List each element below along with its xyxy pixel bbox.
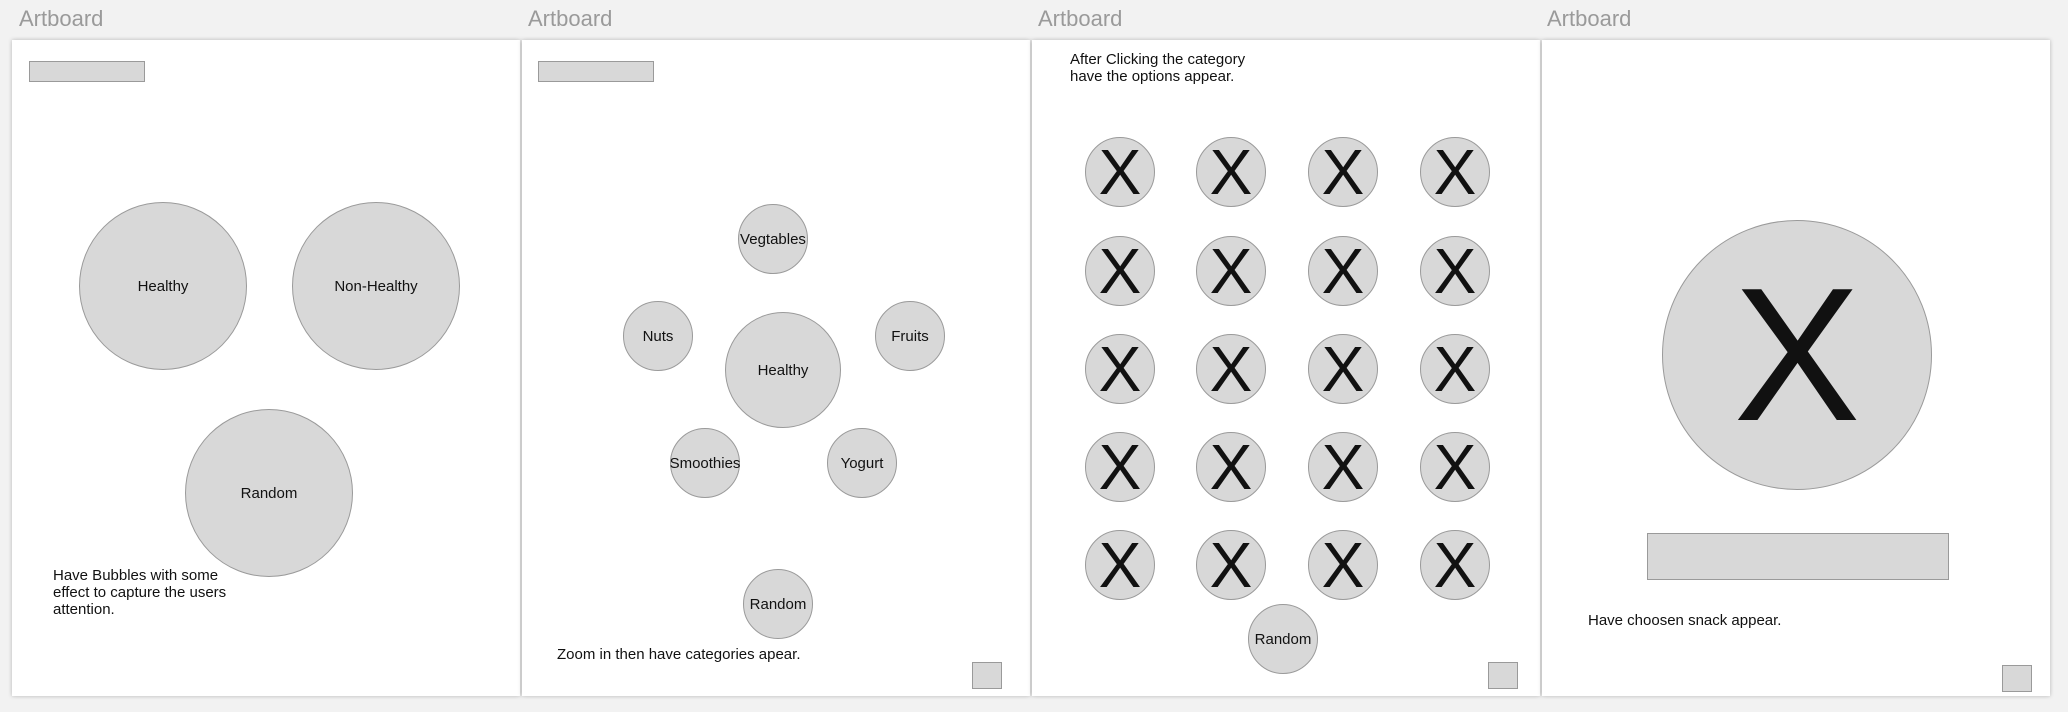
- chosen-snack-bubble: X: [1662, 220, 1932, 490]
- snack-name-placeholder-bar: [1647, 533, 1949, 580]
- snack-option[interactable]: X: [1420, 530, 1490, 600]
- smoothies-bubble[interactable]: Smoothies: [670, 428, 740, 498]
- snack-option[interactable]: X: [1085, 432, 1155, 502]
- random-bubble[interactable]: Random: [743, 569, 813, 639]
- snack-option[interactable]: X: [1308, 334, 1378, 404]
- snack-option[interactable]: X: [1085, 236, 1155, 306]
- snack-option[interactable]: X: [1196, 334, 1266, 404]
- snack-option[interactable]: X: [1085, 334, 1155, 404]
- snack-option[interactable]: X: [1085, 530, 1155, 600]
- next-button-placeholder[interactable]: [972, 662, 1002, 689]
- snack-option[interactable]: X: [1196, 530, 1266, 600]
- vegtables-bubble[interactable]: Vegtables: [738, 204, 808, 274]
- title-placeholder-bar: [29, 61, 145, 82]
- random-bubble[interactable]: Random: [1248, 604, 1318, 674]
- snack-option[interactable]: X: [1308, 137, 1378, 207]
- snack-option[interactable]: X: [1085, 137, 1155, 207]
- artboard-4-title: Artboard: [1547, 6, 1632, 31]
- artboard-2: Vegtables Nuts Healthy Fruits Smoothies …: [522, 40, 1030, 696]
- fruits-bubble[interactable]: Fruits: [875, 301, 945, 371]
- design-note: Zoom in then have categories apear.: [557, 646, 801, 663]
- snack-option[interactable]: X: [1308, 236, 1378, 306]
- next-button-placeholder[interactable]: [2002, 665, 2032, 692]
- healthy-bubble[interactable]: Healthy: [725, 312, 841, 428]
- artboard-1-title: Artboard: [19, 6, 104, 31]
- snack-option[interactable]: X: [1196, 137, 1266, 207]
- nuts-bubble[interactable]: Nuts: [623, 301, 693, 371]
- artboard-3: After Clicking the category have the opt…: [1032, 40, 1540, 696]
- snack-option[interactable]: X: [1420, 236, 1490, 306]
- artboard-3-title: Artboard: [1038, 6, 1123, 31]
- snack-option[interactable]: X: [1420, 137, 1490, 207]
- title-placeholder-bar: [538, 61, 654, 82]
- yogurt-bubble[interactable]: Yogurt: [827, 428, 897, 498]
- artboard-2-title: Artboard: [528, 6, 613, 31]
- snack-option[interactable]: X: [1308, 432, 1378, 502]
- snack-option[interactable]: X: [1420, 432, 1490, 502]
- design-note: After Clicking the category have the opt…: [1070, 51, 1246, 85]
- design-note: Have Bubbles with some effect to capture…: [53, 567, 227, 618]
- healthy-bubble[interactable]: Healthy: [79, 202, 247, 370]
- next-button-placeholder[interactable]: [1488, 662, 1518, 689]
- design-note: Have choosen snack appear.: [1588, 612, 1782, 629]
- snack-option[interactable]: X: [1308, 530, 1378, 600]
- artboard-1: Healthy Non-Healthy Random Have Bubbles …: [12, 40, 520, 696]
- snack-option[interactable]: X: [1196, 236, 1266, 306]
- random-bubble[interactable]: Random: [185, 409, 353, 577]
- snack-option[interactable]: X: [1196, 432, 1266, 502]
- non-healthy-bubble[interactable]: Non-Healthy: [292, 202, 460, 370]
- snack-option[interactable]: X: [1420, 334, 1490, 404]
- artboard-4: X Have choosen snack appear.: [1542, 40, 2050, 696]
